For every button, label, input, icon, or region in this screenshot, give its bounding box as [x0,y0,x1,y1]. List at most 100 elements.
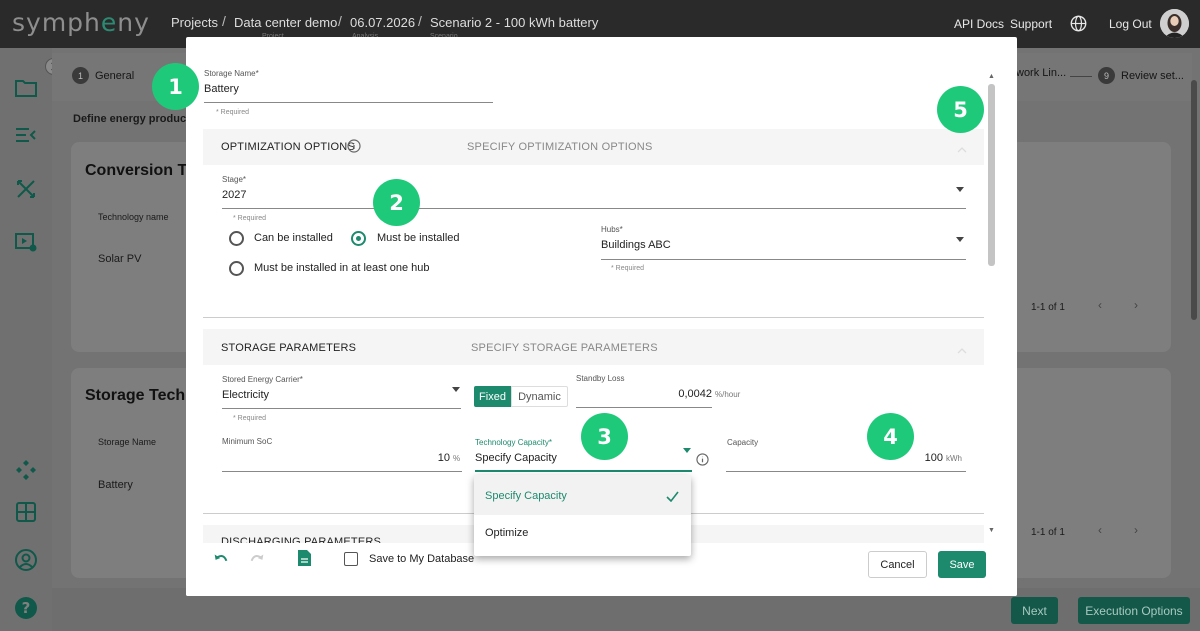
document-icon[interactable] [297,549,312,567]
breadcrumb-scenario[interactable]: Scenario 2 - 100 kWh battery [430,15,598,30]
step-general[interactable]: 1 General [72,67,134,84]
app-logo[interactable]: sympheny [12,8,150,37]
user-avatar[interactable] [1160,9,1189,38]
battery-row[interactable]: Battery [98,479,133,491]
solar-row[interactable]: Solar PV [98,253,141,265]
storage-params-subtitle: SPECIFY STORAGE PARAMETERS [471,342,658,354]
carrier-underline [222,408,461,409]
save-db-checkbox[interactable] [344,552,358,566]
callout-badge: 3 [581,413,628,460]
breadcrumb-projects[interactable]: Projects [171,15,218,30]
next-page-icon[interactable]: › [1134,298,1138,312]
callout-badge: 1 [152,63,199,110]
list-collapse-icon[interactable] [14,123,38,147]
menu-option-specify-label[interactable]: Specify Capacity [485,490,567,502]
grid-icon[interactable] [14,500,38,524]
step-review[interactable]: 9 Review set... [1098,67,1184,84]
scroll-up-icon[interactable]: ▲ [988,73,995,80]
network-icon[interactable] [14,458,38,482]
next-button[interactable]: Next [1011,597,1058,624]
prev-page-icon[interactable]: ‹ [1098,298,1102,312]
hubs-label: Hubs* [601,225,623,234]
min-soc-underline [222,471,462,472]
info-icon[interactable] [696,453,709,466]
hubs-dropdown-icon[interactable] [956,237,964,242]
menu-option-optimize[interactable]: Optimize [485,527,528,539]
help-icon[interactable]: ? [14,596,38,620]
storage-name-input[interactable]: Battery [204,83,239,95]
tools-icon[interactable] [14,177,38,201]
required-hint: * Required [216,109,250,116]
radio-must-be-installed[interactable] [351,231,366,246]
capacity-label: Capacity [727,438,759,447]
support-link[interactable]: Support [1010,17,1052,31]
tech-capacity-label: Technology Capacity* [475,438,552,447]
conversion-title: Conversion Te [85,162,195,179]
breadcrumb-separator: / [222,13,226,29]
fixed-toggle[interactable]: Fixed [474,386,511,407]
pagination: 1-1 of 1 [1031,527,1065,538]
callout-badge: 4 [867,413,914,460]
breadcrumb-project[interactable]: Data center demo [234,15,337,30]
radio-can-be-installed[interactable] [229,231,244,246]
undo-icon[interactable] [212,550,230,568]
save-db-label[interactable]: Save to My Database [369,553,474,565]
required-hint: * Required [233,215,267,222]
callout-badge: 2 [373,179,420,226]
step-connector [1070,76,1092,77]
prev-page-icon[interactable]: ‹ [1098,523,1102,537]
stage-select[interactable]: 2027 [222,189,246,201]
folder-icon[interactable] [14,76,38,100]
hubs-select[interactable]: Buildings ABC [601,239,671,251]
step-network-links[interactable]: work Lin... [1016,67,1066,79]
storage-name-underline [204,102,493,103]
save-button[interactable]: Save [938,551,986,578]
globe-icon[interactable] [1070,15,1087,32]
min-soc-input[interactable]: 10 [386,452,450,464]
scroll-down-icon[interactable]: ▼ [988,527,995,534]
tech-capacity-underline [475,470,692,472]
breadcrumb-separator: / [338,13,342,29]
dynamic-toggle[interactable]: Dynamic [511,386,568,407]
radio-at-least-one-hub[interactable] [229,261,244,276]
cancel-button[interactable]: Cancel [868,551,927,578]
svg-text:?: ? [22,599,31,617]
radio-can-be-installed-label[interactable]: Can be installed [254,232,333,244]
execution-options-button[interactable]: Execution Options [1078,597,1190,624]
tech-capacity-menu: Specify Capacity Optimize [474,475,691,556]
tech-capacity-select[interactable]: Specify Capacity [475,452,557,464]
min-soc-label: Minimum SoC [222,437,273,446]
tech-name-header: Technology name [98,212,169,222]
logout-link[interactable]: Log Out [1109,17,1152,31]
collapse-chevron-icon[interactable] [957,342,967,360]
radio-at-least-one-hub-label[interactable]: Must be installed in at least one hub [254,262,430,274]
info-icon[interactable] [347,139,361,153]
standby-underline [576,407,712,408]
storage-params-title: STORAGE PARAMETERS [221,342,357,354]
optimization-title: OPTIMIZATION OPTIONS [221,141,355,153]
video-settings-icon[interactable] [14,230,38,254]
define-text: Define energy producti [73,113,193,125]
optimization-subtitle: SPECIFY OPTIMIZATION OPTIONS [467,141,653,153]
carrier-dropdown-icon[interactable] [452,387,460,392]
stage-dropdown-icon[interactable] [956,187,964,192]
redo-icon[interactable] [248,550,266,568]
tech-capacity-dropdown-icon[interactable] [683,448,691,453]
callout-badge: 5 [937,86,984,133]
carrier-select[interactable]: Electricity [222,389,269,401]
breadcrumb-analysis[interactable]: 06.07.2026 [350,15,415,30]
next-page-icon[interactable]: › [1134,523,1138,537]
carrier-label: Stored Energy Carrier* [222,375,303,384]
api-docs-link[interactable]: API Docs [954,17,1004,31]
page-scrollbar[interactable] [1191,80,1197,320]
storage-name-label: Storage Name* [204,69,259,78]
dialog-scrollbar[interactable] [988,84,995,266]
stage-label: Stage* [222,175,247,184]
collapse-chevron-icon[interactable] [957,141,967,159]
capacity-underline [726,471,966,472]
standby-loss-input[interactable]: 0,0042 [626,388,712,400]
storage-name-header: Storage Name [98,437,157,447]
account-icon[interactable] [14,548,38,572]
hubs-underline [601,259,966,260]
radio-must-be-installed-label[interactable]: Must be installed [377,232,460,244]
